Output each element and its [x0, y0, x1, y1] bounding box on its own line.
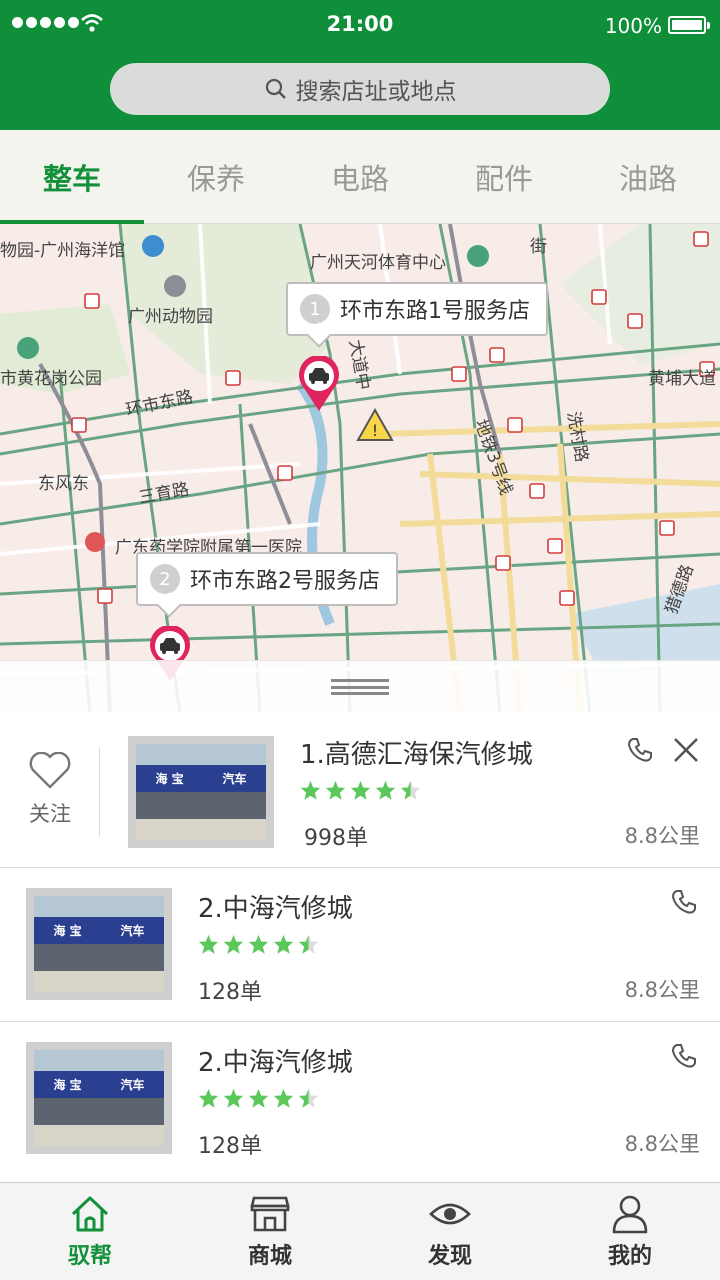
- battery-percent: 100%: [604, 14, 662, 38]
- phone-icon[interactable]: [626, 736, 654, 764]
- phone-icon[interactable]: [670, 888, 698, 916]
- category-tabs: 整车 保养 电路 配件 油路: [0, 130, 720, 224]
- order-count: 128单: [198, 1134, 262, 1159]
- tab-dianlu[interactable]: 电路: [288, 130, 432, 223]
- shop-sign-text: 海 宝: [53, 1078, 82, 1093]
- star-icon: [248, 1088, 269, 1108]
- store-photo-image: 海 宝 汽车: [34, 896, 164, 992]
- store-name[interactable]: 1.高德汇海保汽修城: [300, 734, 533, 771]
- bottom-nav: 驭帮 商城 发现 我的: [0, 1182, 720, 1280]
- follow-label: 关注: [29, 801, 71, 826]
- divider: [99, 747, 100, 837]
- star-icon: [300, 780, 321, 800]
- map-label-dafeng: 东风东: [38, 474, 89, 494]
- star-icon: [223, 1088, 244, 1108]
- tab-peijian[interactable]: 配件: [432, 130, 576, 223]
- map-label-huanghuagang: 市黄花岗公园: [0, 369, 102, 389]
- distance: 8.8公里: [624, 978, 700, 1002]
- nav-label: 我的: [607, 1243, 652, 1269]
- follow-button[interactable]: 关注: [0, 712, 100, 867]
- map-callout-store-1[interactable]: 1 环市东路1号服务店: [286, 282, 548, 336]
- store-photo-image: 海 宝 汽车: [136, 744, 266, 840]
- shop-sign-text-2: 汽车: [120, 1078, 145, 1093]
- store-name[interactable]: 2.中海汽修城: [198, 888, 353, 925]
- home-icon: [71, 1196, 109, 1231]
- tab-zhengche[interactable]: 整车: [0, 130, 144, 224]
- battery-fill: [672, 20, 702, 30]
- star-icon: [198, 1088, 219, 1108]
- shop-sign: 海 宝 汽车: [34, 1071, 164, 1098]
- store-photo[interactable]: 海 宝 汽车: [26, 888, 172, 1000]
- drawer-handle[interactable]: [0, 660, 720, 712]
- nav-label: 发现: [427, 1243, 472, 1269]
- drag-handle-icon: [331, 678, 389, 695]
- callout-number: 1: [300, 294, 330, 324]
- map-callout-store-2[interactable]: 2 环市东路2号服务店: [136, 552, 398, 606]
- store-list: 关注 海 宝汽车 1.高德汇海保汽修城 998单 8.8公里 海 宝汽车 2.中…: [0, 712, 720, 1182]
- map-label-jie: 街: [530, 237, 547, 257]
- nav-item-discover[interactable]: 发现: [360, 1183, 540, 1280]
- map-label-zoo-ocean: 物园-广州海洋馆: [0, 241, 126, 261]
- shop-sign: 海 宝 汽车: [136, 765, 266, 792]
- star-icon: [298, 934, 319, 954]
- nav-label: 驭帮: [67, 1243, 112, 1269]
- store-photo-image: 海 宝 汽车: [34, 1050, 164, 1146]
- order-count: 128单: [198, 980, 262, 1005]
- shop-sign: 海 宝 汽车: [34, 917, 164, 944]
- star-icon: [375, 780, 396, 800]
- store-name[interactable]: 2.中海汽修城: [198, 1042, 353, 1079]
- list-item[interactable]: 海 宝 汽车 2.中海汽修城 128单 8.8公里: [0, 1022, 720, 1182]
- search-input[interactable]: 搜索店址或地点: [110, 63, 610, 115]
- map-view[interactable]: ! 物园-广州海洋馆 广州天河体育中心 广州动物园 市黄花岗公园 环市东路 东风…: [0, 224, 720, 714]
- store-photo[interactable]: 海 宝 汽车: [26, 1042, 172, 1154]
- star-icon: [273, 1088, 294, 1108]
- map-label-huangpu: 黄埔大道: [648, 369, 716, 389]
- battery-icon: [668, 16, 710, 34]
- list-item[interactable]: 关注 海 宝 汽车 1.高德汇海保汽修城 998单 8.8公里: [0, 712, 720, 868]
- close-icon[interactable]: [672, 736, 700, 764]
- svg-text:!: !: [372, 421, 378, 440]
- eye-icon: [429, 1203, 471, 1224]
- store-photo[interactable]: 海 宝 汽车: [128, 736, 274, 848]
- rating-stars: [300, 780, 421, 801]
- shop-sign-text-2: 汽车: [222, 772, 247, 787]
- callout-number: 2: [150, 564, 180, 594]
- nav-item-home[interactable]: 驭帮: [0, 1183, 180, 1280]
- star-icon: [273, 934, 294, 954]
- app-header: 21:00 100% 搜索店址或地点: [0, 0, 720, 130]
- heart-icon: [29, 751, 71, 788]
- callout-label: 环市东路1号服务店: [340, 299, 530, 324]
- store-icon: [250, 1196, 290, 1231]
- list-item[interactable]: 海 宝 汽车 2.中海汽修城 128单 8.8公里: [0, 868, 720, 1022]
- star-icon: [298, 1088, 319, 1108]
- rating-stars: [198, 1088, 319, 1109]
- shop-sign-text: 海 宝: [155, 772, 184, 787]
- rating-stars: [198, 934, 319, 955]
- tab-youlu[interactable]: 油路: [576, 130, 720, 223]
- order-count: 998单: [304, 826, 368, 851]
- map-pin-store-1[interactable]: [298, 356, 340, 412]
- nav-label: 商城: [247, 1243, 292, 1269]
- shop-sign-text: 海 宝: [53, 924, 82, 939]
- nav-item-store[interactable]: 商城: [180, 1183, 360, 1280]
- distance: 8.8公里: [624, 824, 700, 848]
- star-icon: [325, 780, 346, 800]
- status-bar: 21:00 100%: [0, 0, 720, 50]
- user-icon: [612, 1195, 648, 1233]
- shop-sign-text-2: 汽车: [120, 924, 145, 939]
- tab-baoyang[interactable]: 保养: [144, 130, 288, 223]
- map-label-tianhe: 广州天河体育中心: [310, 253, 446, 273]
- star-icon: [198, 934, 219, 954]
- star-icon: [400, 780, 421, 800]
- star-icon: [223, 934, 244, 954]
- star-icon: [248, 934, 269, 954]
- map-label-zoo: 广州动物园: [128, 307, 213, 327]
- search-placeholder: 搜索店址或地点: [295, 79, 457, 105]
- distance: 8.8公里: [624, 1132, 700, 1156]
- search-icon: [265, 78, 286, 99]
- callout-label: 环市东路2号服务店: [190, 569, 380, 594]
- nav-item-profile[interactable]: 我的: [540, 1183, 720, 1280]
- phone-icon[interactable]: [670, 1042, 698, 1070]
- star-icon: [350, 780, 371, 800]
